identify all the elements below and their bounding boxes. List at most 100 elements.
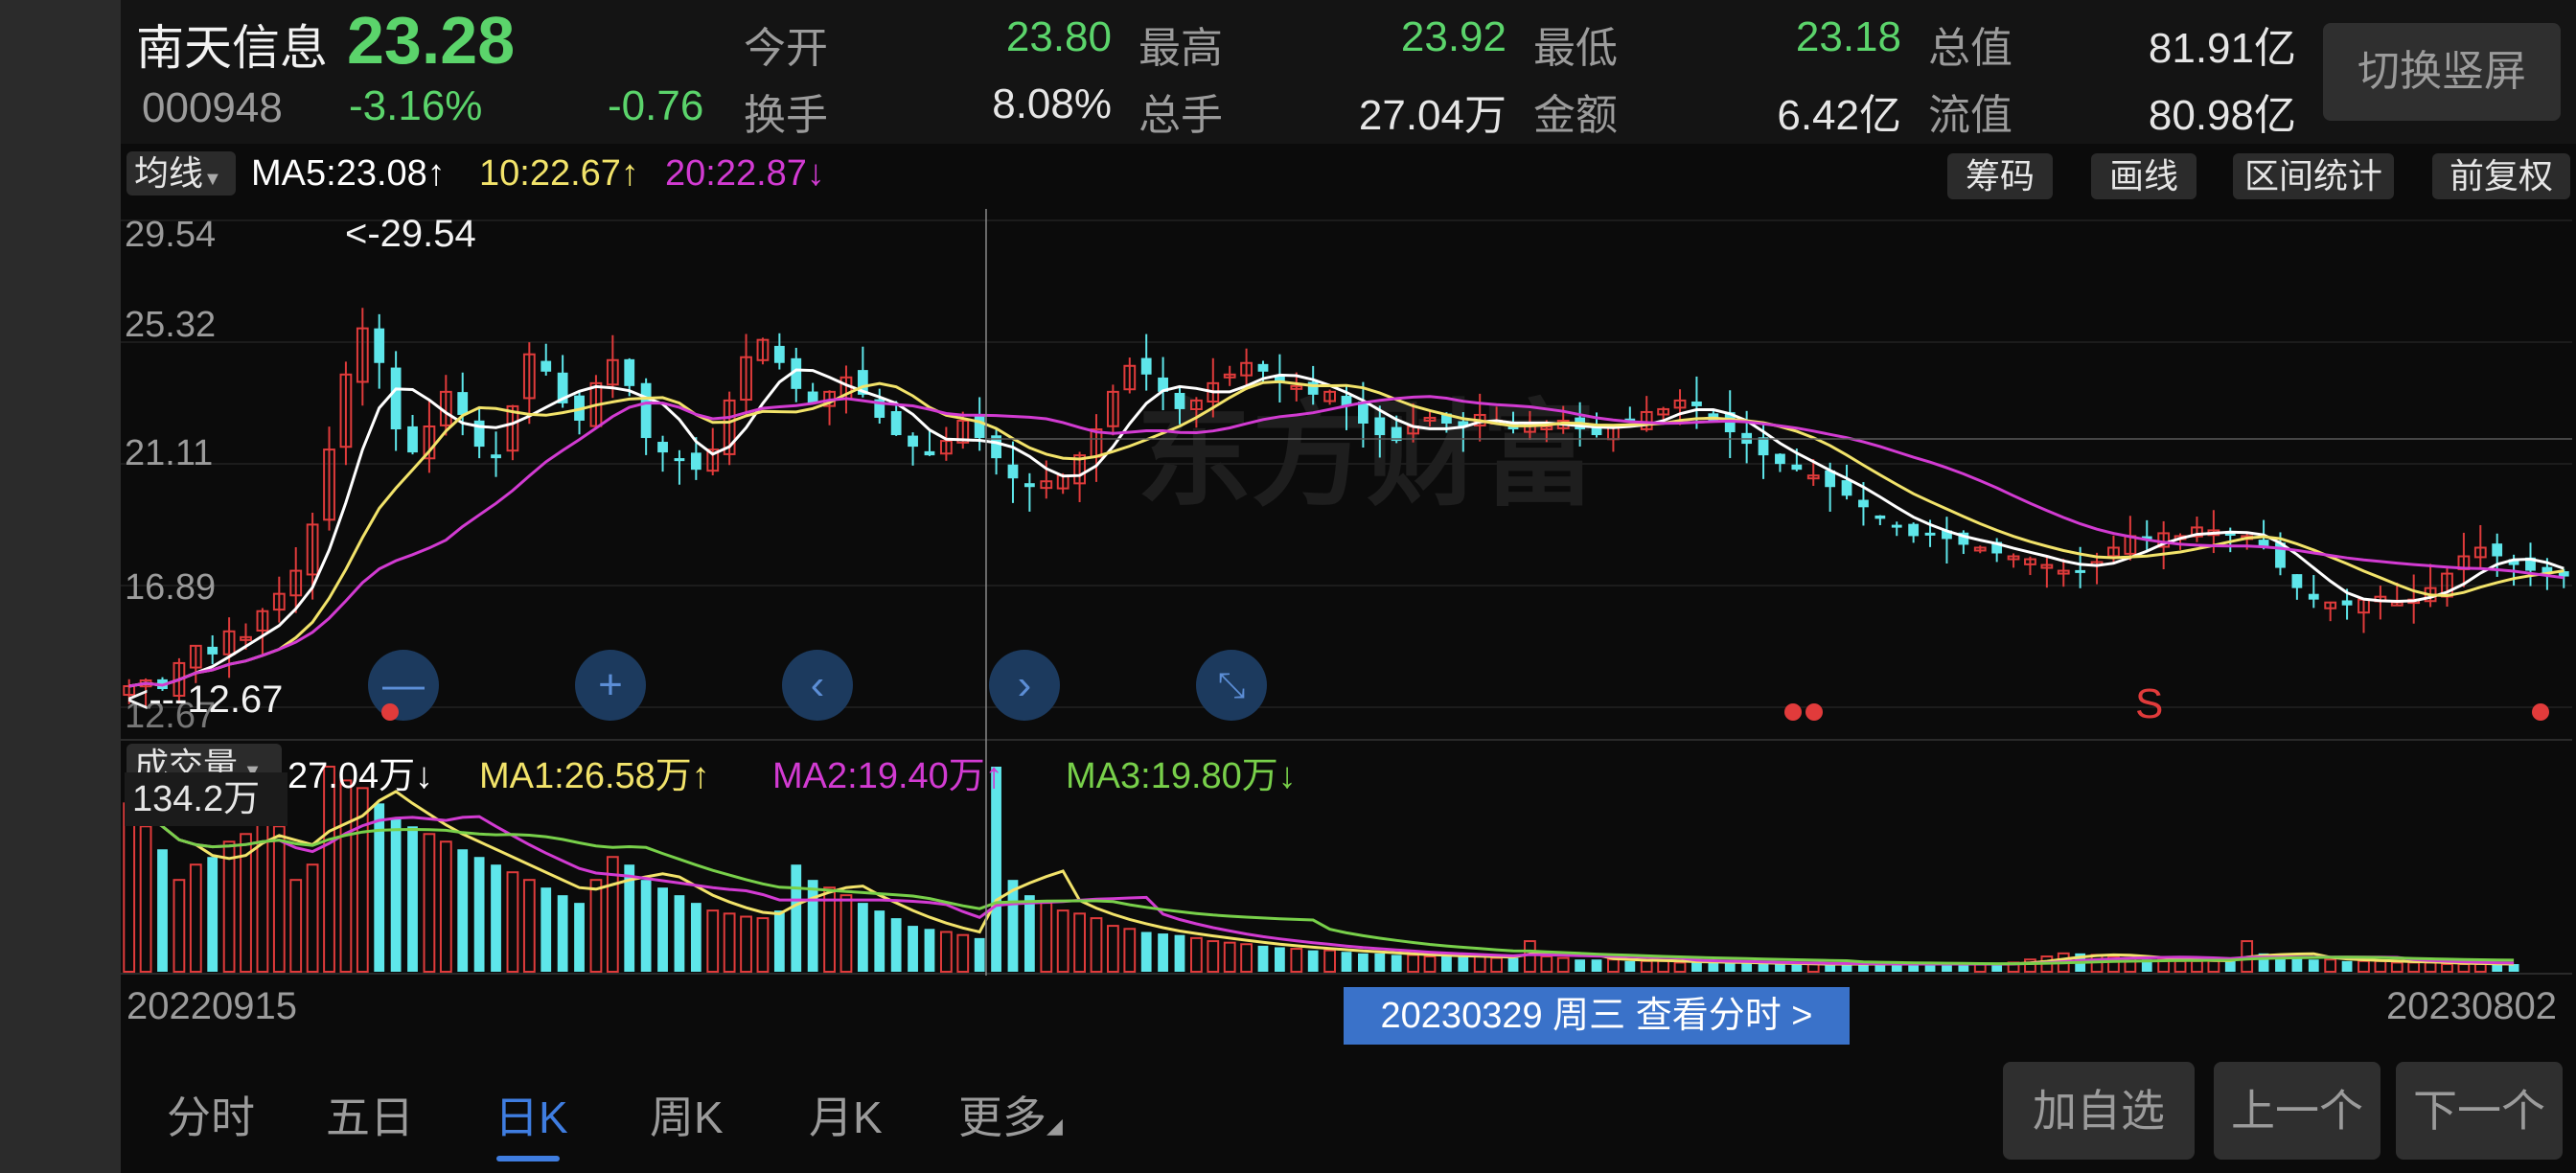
candle-body [908, 435, 918, 448]
metric-value-float-cap: 80.98亿 [2148, 92, 2296, 139]
volume-bar [1607, 958, 1620, 973]
candle-body [1924, 532, 1936, 536]
draw-line-button[interactable]: 画线 [2091, 153, 2196, 199]
volume-bar [1374, 953, 1386, 972]
change-amount: -0.76 [608, 82, 704, 129]
candle-body [1775, 453, 1785, 465]
volume-bar [1090, 917, 1103, 974]
volume-bar [2191, 959, 2203, 974]
volume-bar [1556, 956, 1570, 974]
corner-arrow-icon: ◢ [1046, 1114, 1063, 1138]
candle-body [374, 328, 385, 363]
candle-body [1841, 480, 1852, 496]
candle-body [1174, 392, 1185, 409]
chips-button[interactable]: 筹码 [1947, 153, 2053, 199]
volume-bar [1640, 959, 1653, 974]
tab-daily-k[interactable]: 日K [494, 1083, 568, 1146]
candle-body [1257, 363, 1269, 372]
volume-bar [924, 929, 935, 972]
chevron-left-icon: ‹ [810, 661, 825, 708]
volume-bar [1240, 943, 1253, 973]
candle-body [1007, 464, 1019, 479]
volume-max-label: 134.2万 [125, 772, 288, 826]
volume-bar [522, 879, 536, 973]
metric-value-volume: 27.04万 [1358, 92, 1506, 139]
tab-more-label: 更多 [958, 1092, 1046, 1142]
stock-price: 23.28 [347, 3, 516, 78]
metric-label-low: 最低 [1533, 25, 1618, 72]
next-stock-button[interactable]: 下一个 [2396, 1062, 2563, 1160]
candle-body [2492, 543, 2503, 557]
volume-bar [874, 910, 886, 972]
candle-body [407, 426, 418, 453]
collapse-button[interactable]: ⤡ [1196, 650, 1267, 721]
volume-bar [491, 864, 501, 972]
volume-bar [908, 926, 918, 972]
volume-ma2-line [127, 802, 2515, 966]
volume-bar [1441, 956, 1452, 972]
volume-bar [1323, 949, 1336, 973]
volume-bar [1657, 959, 1670, 974]
volume-bar [574, 903, 585, 972]
volume-bar [2207, 959, 2220, 974]
low-marker: <---12.67 [126, 678, 284, 721]
volume-bar [423, 833, 436, 974]
switch-portrait-button[interactable]: 切换竖屏 [2323, 23, 2561, 121]
volume-bar [390, 818, 402, 972]
tab-intraday[interactable]: 分时 [167, 1083, 255, 1146]
volume-bar [1123, 928, 1137, 973]
tab-five-day[interactable]: 五日 [326, 1083, 414, 1146]
volume-bar [1223, 941, 1236, 974]
scroll-left-button[interactable]: ‹ [782, 650, 853, 721]
range-stats-button[interactable]: 区间统计 [2233, 153, 2394, 199]
volume-bar [1024, 895, 1035, 972]
volume-bar [791, 864, 802, 972]
volume-bar [1189, 936, 1203, 973]
candle-body [974, 416, 985, 439]
volume-bar [506, 871, 519, 973]
candle-body [1758, 437, 1769, 456]
volume-bar [2374, 959, 2387, 974]
scroll-right-button[interactable]: › [989, 650, 1060, 721]
zoom-out-button[interactable]: — [368, 650, 439, 721]
volume-bar [1407, 954, 1419, 974]
volume-bar [1708, 962, 1719, 972]
volume-bar [1106, 925, 1119, 973]
volume-bar [457, 849, 469, 972]
volume-bar [2358, 959, 2370, 974]
volume-bar [1524, 940, 1536, 973]
tab-monthly-k[interactable]: 月K [809, 1083, 883, 1146]
date-end: 20230802 [2386, 985, 2557, 1027]
previous-stock-button[interactable]: 上一个 [2214, 1062, 2380, 1160]
ma-selector[interactable]: 均线▼ [126, 151, 236, 196]
add-watchlist-button[interactable]: 加自选 [2003, 1062, 2195, 1160]
tab-more[interactable]: 更多◢ [958, 1083, 1063, 1146]
volume-bar [407, 826, 418, 972]
volume-bar [207, 857, 218, 972]
fq-button[interactable]: 前复权 [2432, 153, 2570, 199]
candle-body [1307, 381, 1319, 395]
kline-chart[interactable]: 东方财富 [121, 209, 2576, 976]
volume-bar [2308, 959, 2319, 972]
metric-label-high: 最高 [1138, 25, 1223, 72]
signal-dot [381, 703, 399, 721]
volume-ma1: MA1:26.58万↑ [479, 756, 710, 796]
candle-body [640, 382, 652, 439]
volume-bar [2407, 961, 2421, 973]
volume-bar [2324, 958, 2337, 973]
tab-weekly-k[interactable]: 周K [650, 1083, 724, 1146]
crosshair-date-badge[interactable]: 20230329 周三 查看分时 > [1344, 987, 1850, 1045]
volume-bar [2473, 963, 2487, 974]
zoom-in-button[interactable]: + [575, 650, 646, 721]
volume-bar [890, 918, 902, 972]
y-tick-3: 16.89 [125, 567, 217, 608]
volume-bar [974, 937, 985, 972]
volume-bar [740, 915, 752, 973]
candle-body [1791, 464, 1803, 471]
candle-body [1140, 357, 1152, 375]
volume-bar [1591, 959, 1602, 972]
caret-down-icon: ▼ [203, 169, 222, 190]
date-start: 20220915 [126, 985, 297, 1027]
candle-body [2075, 569, 2086, 573]
candle-body [657, 442, 668, 453]
